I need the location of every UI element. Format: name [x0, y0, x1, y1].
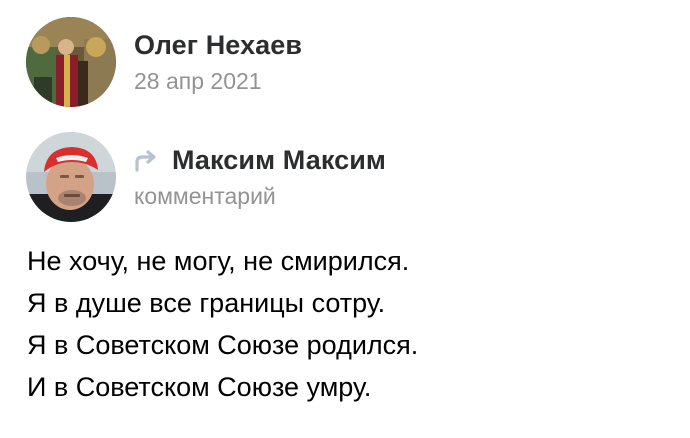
repost-avatar[interactable]	[26, 132, 116, 222]
text-line: Не хочу, не могу, не смирился.	[27, 246, 410, 276]
text-line: Я в Советском Союзе родился.	[27, 330, 419, 360]
text-line: И в Советском Союзе умру.	[27, 372, 372, 402]
avatar-church-icon	[26, 17, 116, 107]
share-arrow-icon	[134, 150, 160, 172]
post-text: Не хочу, не могу, не смирился. Я в душе …	[27, 240, 418, 408]
avatar-man-red-cap-icon	[26, 132, 116, 222]
post-header: Олег Нехаев 28 апр 2021	[26, 17, 302, 107]
repost-meta: Максим Максим комментарий	[134, 143, 386, 211]
author-name[interactable]: Олег Нехаев	[134, 28, 302, 62]
post-meta: Олег Нехаев 28 апр 2021	[134, 28, 302, 96]
text-line: Я в душе все границы сотру.	[27, 288, 386, 318]
repost-header: Максим Максим комментарий	[26, 132, 386, 222]
comment-label[interactable]: комментарий	[134, 181, 386, 211]
repost-author-name[interactable]: Максим Максим	[172, 143, 386, 177]
avatar[interactable]	[26, 17, 116, 107]
post-date[interactable]: 28 апр 2021	[134, 66, 302, 96]
repost-title-row: Максим Максим	[134, 143, 386, 177]
